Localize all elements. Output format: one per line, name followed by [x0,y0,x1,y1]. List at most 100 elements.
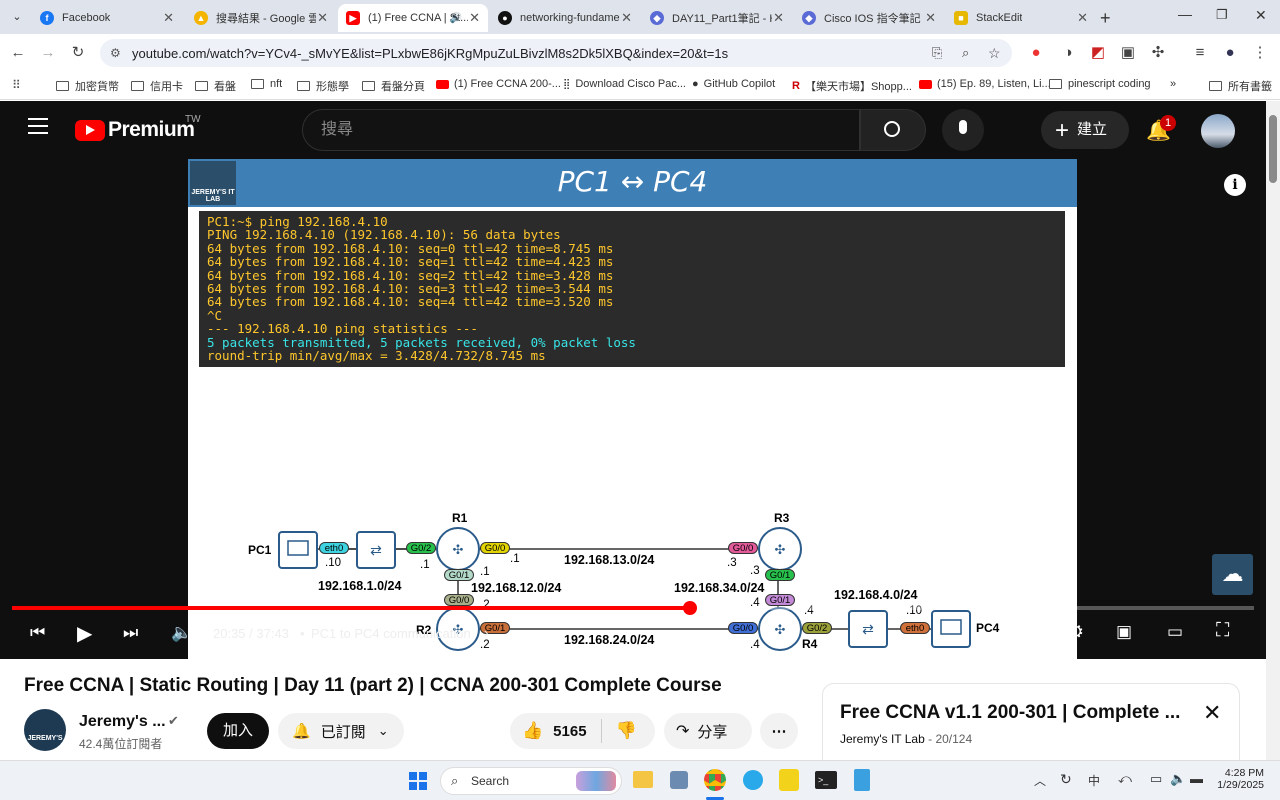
video-frame[interactable]: JEREMY'S IT LAB PC1 ↔ PC4 PC1:~$ ping 19… [188,159,1077,659]
battery-icon[interactable]: ▬ [1190,771,1203,786]
url-text[interactable]: youtube.com/watch?v=YCv4-_sMvYE&list=PLx… [132,46,728,61]
all-bookmarks-folder[interactable]: 所有書籤 [1209,78,1272,94]
extension-image-icon[interactable]: ▣ [1118,43,1138,63]
ime-indicator[interactable]: 中 [1088,772,1100,789]
close-tab-icon[interactable]: ✕ [163,10,174,26]
chapter-title[interactable]: PC1 to PC4 communication [311,626,471,641]
notepad-icon[interactable] [854,769,870,791]
scrollbar-thumb[interactable] [1269,115,1277,183]
channel-watermark-icon[interactable]: ☁ [1212,554,1253,595]
address-bar[interactable]: ⚙ youtube.com/watch?v=YCv4-_sMvYE&list=P… [100,39,1012,67]
new-tab-button[interactable]: + [1100,8,1111,29]
chapter-chevron-icon[interactable]: › [484,625,488,640]
profile-avatar-icon[interactable]: ● [1220,43,1240,63]
ime-mode-icon[interactable]: ⤺ [1118,771,1132,787]
tab-github[interactable]: ● networking-fundame... ✕ [490,4,640,32]
bookmark-link[interactable]: (15) Ep. 89, Listen, Li... [919,78,1051,90]
minimize-window-button[interactable]: — [1178,6,1192,22]
tab-facebook[interactable]: f Facebook ✕ [32,4,182,32]
fullscreen-icon[interactable]: ⛶ [1216,620,1229,642]
apps-grid-icon[interactable]: ⠿ [12,78,21,92]
bookmark-folder[interactable]: nft [251,78,282,90]
tab-google-drive[interactable]: ▲ 搜尋結果 - Google 雲... ✕ [186,4,336,32]
more-actions-icon[interactable]: ⋯ [760,713,798,749]
tab-stackedit[interactable]: ■ StackEdit ✕ [946,4,1096,32]
telegram-icon[interactable] [743,770,763,790]
tab-hackmd-day11[interactable]: ◆ DAY11_Part1筆記 - H... ✕ [642,4,792,32]
bookmark-link[interactable]: ⣿ Download Cisco Pac... [563,78,686,90]
volume-icon[interactable]: 🔈 [171,623,192,643]
theater-mode-icon[interactable]: ▭ [1167,622,1183,642]
more-bookmarks-icon[interactable]: » [1170,78,1176,90]
close-tab-icon[interactable]: ✕ [925,10,936,26]
close-tab-icon[interactable]: ✕ [1077,10,1088,26]
close-tab-icon[interactable]: ✕ [469,10,480,26]
premium-logo-text[interactable]: Premium [108,118,195,142]
create-button[interactable]: + 建立 [1041,111,1129,149]
settings-gear-icon[interactable]: ⚙ [1067,621,1084,644]
bookmark-folder[interactable]: 形態學 [297,78,349,94]
info-icon[interactable]: i [1224,174,1246,196]
close-window-button[interactable]: ✕ [1255,7,1267,24]
share-button[interactable]: ↷ 分享 [664,713,752,749]
channel-name[interactable]: Jeremy's ... [79,713,166,731]
taskbar-search[interactable]: ⌕ Search [440,767,622,795]
bookmark-folder[interactable]: 加密貨幣 [56,78,119,94]
windows-start-icon[interactable] [409,772,427,790]
previous-video-icon[interactable]: ⏮ [30,623,45,643]
restore-window-button[interactable]: ❐ [1216,7,1228,23]
dislike-thumb-icon[interactable]: 👎 [616,721,637,741]
site-info-icon[interactable]: ⚙ [110,46,121,60]
play-icon[interactable]: ▶ [77,621,92,646]
chrome-menu-icon[interactable]: ⋮ [1250,43,1270,63]
voice-search-button[interactable] [942,109,984,151]
file-explorer-icon[interactable] [633,771,653,788]
sync-icon[interactable]: ↻ [1060,771,1072,788]
next-video-icon[interactable]: ⏭ [123,623,138,643]
bookmark-link[interactable]: R 【樂天市場】Shopp... [792,78,912,94]
back-arrow-icon[interactable]: ← [8,43,28,63]
chrome-icon[interactable] [704,769,726,791]
like-count[interactable]: 5165 [553,723,586,740]
clock[interactable]: 4:28 PM 1/29/2025 [1216,767,1264,791]
tab-youtube-active[interactable]: ▶ (1) Free CCNA | St... 🔊 ✕ [338,4,488,32]
audio-playing-icon[interactable]: 🔊 [450,13,462,24]
search-button[interactable] [860,109,926,151]
volume-icon[interactable]: 🔈 [1170,771,1186,787]
like-thumb-icon[interactable]: 👍 [522,721,543,741]
bookmark-folder[interactable]: 看盤 [195,78,236,94]
avatar[interactable] [1201,114,1235,148]
bookmark-folder[interactable]: 信用卡 [131,78,183,94]
tab-list-dropdown-icon[interactable]: ⌄ [7,8,27,26]
install-app-icon[interactable]: ⎘ [932,45,942,61]
page-scrollbar[interactable] [1266,101,1280,760]
bookmark-star-icon[interactable]: ☆ [988,45,1001,62]
forward-arrow-icon[interactable]: → [38,43,58,63]
media-control-icon[interactable]: ≡ [1190,43,1210,63]
close-tab-icon[interactable]: ✕ [773,10,784,26]
network-icon[interactable]: ▭ [1150,771,1162,787]
hamburger-menu-icon[interactable] [28,118,48,134]
close-tab-icon[interactable]: ✕ [317,10,328,26]
close-playlist-icon[interactable]: ✕ [1203,700,1221,726]
subscribed-button[interactable]: 🔔 已訂閱 ⌄ [278,713,404,749]
join-button[interactable]: 加入 [207,713,269,749]
bookmark-link[interactable]: ● GitHub Copilot [692,78,775,90]
miniplayer-icon[interactable]: ▣ [1116,622,1132,642]
reload-icon[interactable]: ↻ [68,43,88,63]
extension-flag-icon[interactable]: ◩ [1088,43,1108,63]
youtube-logo-icon[interactable] [75,120,105,141]
extensions-puzzle-icon[interactable]: ✣ [1148,43,1168,63]
channel-avatar[interactable]: JEREMY'S [24,709,66,751]
playlist-title[interactable]: Free CCNA v1.1 200-301 | Complete ... [840,702,1180,724]
subtitles-icon[interactable]: ▭ [1016,623,1031,643]
extension-icon[interactable]: ◑ [1058,43,1078,63]
extension-new-icon[interactable]: ● [1026,43,1046,63]
bookmark-folder[interactable]: pinescript coding [1049,78,1151,90]
bookmark-folder[interactable]: 看盤分頁 [362,78,425,94]
playlist-owner[interactable]: Jeremy's IT Lab - 20/124 [840,732,972,746]
bookmark-link[interactable]: (1) Free CCNA 200-... [436,78,561,90]
search-input[interactable]: 搜尋 [302,109,860,151]
show-hidden-icons-icon[interactable]: ︿ [1034,772,1046,789]
terminal-icon[interactable]: >_ [815,771,837,789]
